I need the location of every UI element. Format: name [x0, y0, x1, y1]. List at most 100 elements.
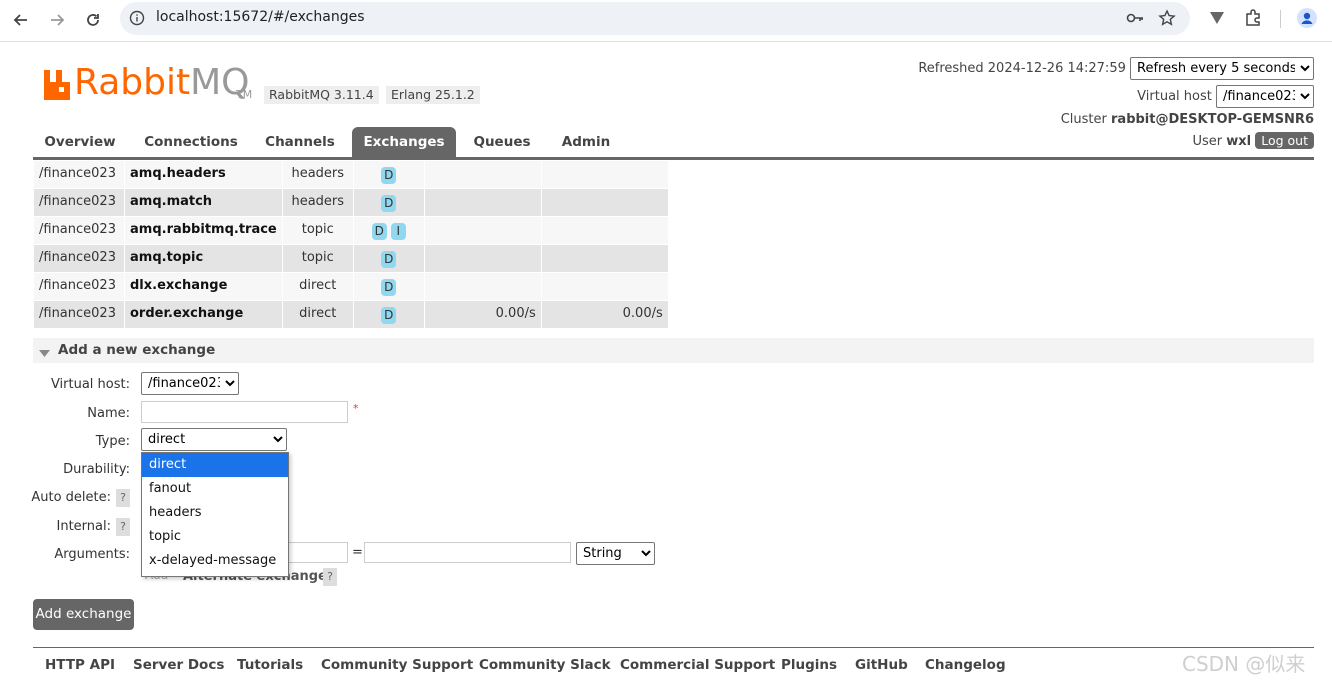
table-row[interactable]: /finance023 amq.topic topic D: [33, 244, 669, 273]
tab-overview[interactable]: Overview: [36, 127, 124, 157]
feature-badge: D: [381, 307, 397, 324]
footer-link-commercial-support[interactable]: Commercial Support: [620, 657, 775, 673]
footer-link-tutorials[interactable]: Tutorials: [237, 657, 303, 673]
equals-sign: =: [352, 545, 363, 560]
argument-type-select[interactable]: String: [576, 542, 655, 565]
extensions-puzzle-icon[interactable]: [1244, 9, 1262, 31]
exchanges-table: /finance023 amq.headers headers D/finance02…: [33, 160, 669, 329]
type-field-label: Type:: [95, 434, 130, 449]
argument-key-input[interactable]: [286, 542, 348, 563]
exchange-name-cell[interactable]: dlx.exchange: [124, 272, 283, 301]
add-exchange-title: Add a new exchange: [58, 342, 216, 358]
name-field-label: Name:: [87, 406, 130, 421]
add-exchange-section-header[interactable]: [33, 338, 1314, 363]
vhost-cell: /finance023: [33, 188, 125, 217]
profile-avatar-icon[interactable]: [1297, 8, 1317, 32]
exchange-type-cell: headers: [281, 188, 354, 217]
type-dropdown-list[interactable]: direct fanout headers topic x-delayed-messag…: [141, 452, 289, 577]
table-row[interactable]: /finance023 order.exchange direct D 0.00/s 0.…: [33, 300, 669, 329]
features-cell: D: [352, 188, 425, 217]
extension-v-icon[interactable]: [1209, 11, 1225, 29]
forward-arrow-icon[interactable]: [45, 8, 69, 32]
footer-link-changelog[interactable]: Changelog: [925, 657, 1006, 673]
type-option-x-delayed-message[interactable]: x-delayed-message: [142, 549, 288, 573]
collapse-triangle-icon[interactable]: [39, 347, 50, 362]
exchange-type-cell: direct: [281, 300, 354, 329]
rate-in-cell: [423, 244, 542, 273]
vhost-field-select[interactable]: /finance023: [141, 372, 239, 395]
exchange-name-cell[interactable]: amq.match: [124, 188, 283, 217]
features-cell: DI: [352, 216, 425, 245]
internal-help-icon[interactable]: ?: [116, 518, 130, 536]
logo-trademark: TM: [236, 88, 253, 101]
refreshed-label: Refreshed 2024-12-26 14:27:59: [918, 61, 1126, 76]
back-arrow-icon[interactable]: [9, 8, 33, 32]
site-info-icon[interactable]: [129, 10, 145, 30]
vhost-label: Virtual host: [1137, 89, 1212, 104]
tab-queues[interactable]: Queues: [466, 127, 538, 157]
refresh-interval-select[interactable]: Refresh every 5 seconds: [1130, 57, 1314, 80]
tab-channels[interactable]: Channels: [258, 127, 342, 157]
rate-out-cell: [540, 188, 669, 217]
vhost-cell: /finance023: [33, 244, 125, 273]
tab-connections[interactable]: Connections: [138, 127, 244, 157]
rate-out-cell: 0.00/s: [540, 300, 669, 329]
vhost-cell: /finance023: [33, 300, 125, 329]
exchange-name-cell[interactable]: amq.rabbitmq.trace: [124, 216, 283, 245]
rate-in-cell: [423, 216, 542, 245]
footer-link-community-slack[interactable]: Community Slack: [479, 657, 611, 673]
exchange-name-cell[interactable]: amq.headers: [124, 160, 283, 189]
add-exchange-button[interactable]: Add exchange: [33, 599, 134, 630]
footer-link-plugins[interactable]: Plugins: [781, 657, 837, 673]
vhost-field-label: Virtual host:: [50, 377, 130, 392]
tab-admin[interactable]: Admin: [552, 127, 620, 157]
logo-rabbit: Rabbit: [74, 62, 191, 103]
features-cell: D: [352, 244, 425, 273]
feature-badge: D: [371, 223, 387, 240]
type-option-direct[interactable]: direct: [142, 453, 288, 477]
exchange-type-cell: topic: [281, 216, 354, 245]
type-select[interactable]: direct: [141, 428, 287, 451]
toolbar-divider: [1280, 10, 1281, 28]
type-option-headers[interactable]: headers: [142, 501, 288, 525]
key-icon[interactable]: [1126, 10, 1144, 30]
table-row[interactable]: /finance023 amq.rabbitmq.trace topic D I: [33, 216, 669, 245]
argument-value-input[interactable]: [364, 542, 571, 563]
footer-link-http-api[interactable]: HTTP API: [45, 657, 115, 673]
type-option-fanout[interactable]: fanout: [142, 477, 288, 501]
footer-link-community-support[interactable]: Community Support: [321, 657, 473, 673]
vhost-cell: /finance023: [33, 216, 125, 245]
cluster-row: Cluster rabbit@DESKTOP-GEMSNR6: [1061, 112, 1314, 127]
exchange-name-cell[interactable]: order.exchange: [124, 300, 283, 329]
table-row[interactable]: /finance023 dlx.exchange direct D: [33, 272, 669, 301]
exchange-name-input[interactable]: [141, 401, 348, 423]
exchange-name-cell[interactable]: amq.topic: [124, 244, 283, 273]
table-row[interactable]: /finance023 amq.headers headers D: [33, 160, 669, 189]
features-cell: D: [352, 160, 425, 189]
refresh-row: Refreshed 2024-12-26 14:27:59 Refresh ev…: [918, 57, 1314, 80]
auto-delete-help-icon[interactable]: ?: [116, 489, 130, 507]
vhost-cell: /finance023: [33, 160, 125, 189]
feature-badge: D: [381, 195, 397, 212]
features-cell: D: [352, 272, 425, 301]
features-cell: D: [352, 300, 425, 329]
logo-wordmark: RabbitMQ: [74, 62, 250, 103]
footer-divider: [33, 647, 1314, 648]
vhost-select[interactable]: /finance023: [1216, 85, 1314, 108]
erlang-version-badge: Erlang 25.1.2: [386, 86, 480, 104]
type-option-topic[interactable]: topic: [142, 525, 288, 549]
rabbitmq-version-badge: RabbitMQ 3.11.4: [264, 86, 379, 104]
rate-out-cell: [540, 272, 669, 301]
reload-icon[interactable]: [81, 8, 105, 32]
table-row[interactable]: /finance023 amq.match headers D: [33, 188, 669, 217]
rabbitmq-logo-icon: [44, 70, 70, 100]
logout-button[interactable]: Log out: [1255, 132, 1314, 149]
footer-link-server-docs[interactable]: Server Docs: [133, 657, 224, 673]
bookmark-star-icon[interactable]: [1158, 9, 1176, 31]
footer-link-github[interactable]: GitHub: [855, 657, 908, 673]
tab-exchanges[interactable]: Exchanges: [352, 127, 456, 157]
cluster-name: rabbit@DESKTOP-GEMSNR6: [1111, 112, 1314, 127]
url-text[interactable]: localhost:15672/#/exchanges: [156, 9, 364, 25]
alternate-exchange-help-icon[interactable]: ?: [323, 568, 337, 586]
feature-badge: D: [381, 251, 397, 268]
